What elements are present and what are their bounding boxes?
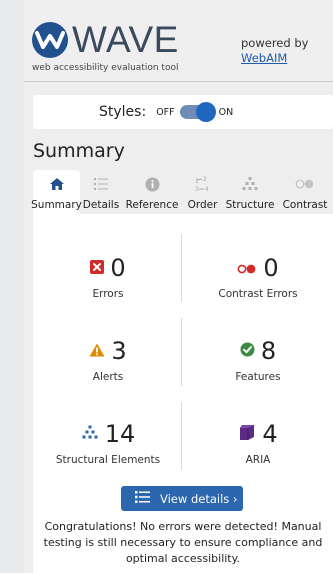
metric-errors[interactable]: 0 Errors [33,254,183,300]
view-details-label: View details › [160,491,238,506]
contrast-errors-count: 0 [263,254,279,282]
structural-count: 14 [104,420,136,448]
alerts-count: 3 [111,337,127,365]
webaim-link[interactable]: WebAIM [241,51,287,65]
features-label: Features [235,371,281,383]
metric-aria[interactable]: 4 ARIA [183,420,333,466]
wave-header: WAVE web accessibility evaluation tool p… [24,0,333,82]
contrast-error-icon [237,259,257,278]
styles-toggle-box: Styles: OFF ON [33,95,333,129]
wave-logo[interactable]: WAVE [32,19,179,60]
order-icon: 2 1 3 4 [194,174,212,194]
list-icon [135,491,150,506]
structure-tree-icon [81,425,99,444]
tab-contrast[interactable]: Contrast [277,170,333,214]
styles-toggle-switch[interactable] [179,102,216,122]
home-icon [49,174,65,194]
metric-contrast-errors[interactable]: 0 Contrast Errors [183,254,333,300]
metric-alerts[interactable]: 3 Alerts [33,337,183,383]
errors-count: 0 [110,254,126,282]
tab-reference[interactable]: Reference [122,170,182,214]
aria-label: ARIA [245,454,271,466]
feature-check-icon [240,342,255,361]
errors-label: Errors [92,288,124,300]
metric-structural-elements[interactable]: 14 Structural Elements [33,420,183,466]
styles-toggle-knob[interactable] [195,102,216,122]
section-title: Summary [33,140,125,162]
alerts-label: Alerts [92,371,124,383]
summary-content: 0 Errors 0 Contrast Errors 3 Alerts 8 Fe… [33,214,333,573]
wave-logo-icon [32,22,68,58]
tab-summary[interactable]: Summary [31,170,82,214]
powered-by-text: powered by [241,36,309,50]
info-icon [145,174,160,194]
structural-label: Structural Elements [55,454,161,466]
structure-icon [241,174,259,194]
tab-order[interactable]: 2 1 3 4 Order [182,170,223,214]
aria-count: 4 [262,420,278,448]
congrats-message: Congratulations! No errors were detected… [43,520,323,565]
powered-by: powered by WebAIM [241,36,308,66]
svg-text:2: 2 [203,176,207,183]
tab-details[interactable]: Details [80,170,122,214]
view-details-button[interactable]: View details › [121,486,243,511]
svg-text:3: 3 [195,186,199,193]
styles-on-label[interactable]: ON [219,107,234,118]
alert-triangle-icon [89,342,105,361]
wave-logo-text: WAVE [72,19,179,60]
features-count: 8 [260,337,277,365]
metric-features[interactable]: 8 Features [183,337,333,383]
wave-tagline: web accessibility evaluation tool [32,63,179,73]
panel-tabs: Summary Details Reference 2 1 3 4 Order … [31,170,333,214]
svg-text:4: 4 [205,186,209,193]
styles-off-label[interactable]: OFF [156,107,174,118]
tab-structure[interactable]: Structure [223,170,277,214]
list-icon [93,174,109,194]
styles-label: Styles: [99,104,147,120]
contrast-errors-label: Contrast Errors [218,288,298,300]
error-x-icon [90,259,105,278]
aria-cube-icon [238,423,256,445]
wave-sidebar-panel: WAVE web accessibility evaluation tool p… [24,0,333,573]
contrast-icon [295,174,315,194]
svg-text:1: 1 [195,178,199,185]
